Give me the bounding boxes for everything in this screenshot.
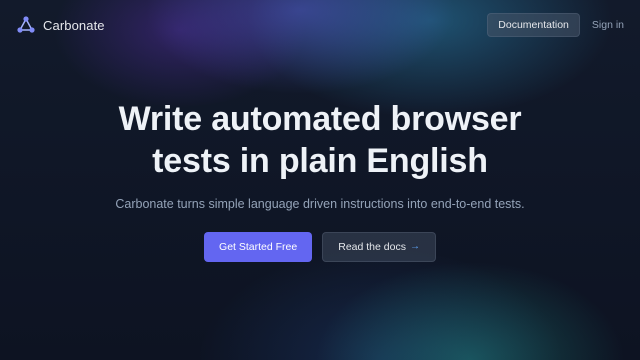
brand-name: Carbonate	[43, 17, 105, 33]
read-docs-button[interactable]: Read the docs →	[322, 232, 436, 262]
carbonate-molecule-icon	[16, 15, 36, 35]
arrow-right-icon: →	[409, 241, 420, 252]
hero-title-line-1: Write automated browser	[118, 100, 522, 138]
read-docs-label: Read the docs	[338, 241, 406, 253]
get-started-button[interactable]: Get Started Free	[204, 232, 313, 262]
sign-in-link[interactable]: Sign in	[592, 14, 624, 37]
cta-row: Get Started Free Read the docs →	[0, 232, 640, 262]
hero-title: Write automated browser tests in plain E…	[0, 98, 640, 182]
documentation-button[interactable]: Documentation	[487, 12, 580, 38]
brand[interactable]: Carbonate	[16, 15, 105, 35]
hero-subtitle: Carbonate turns simple language driven i…	[115, 197, 525, 211]
hero-title-line-2: tests in plain English	[152, 142, 488, 180]
top-navigation: Carbonate Documentation Sign in	[0, 0, 640, 50]
nav-actions: Documentation Sign in	[487, 12, 624, 38]
hero-section: Write automated browser tests in plain E…	[0, 98, 640, 262]
